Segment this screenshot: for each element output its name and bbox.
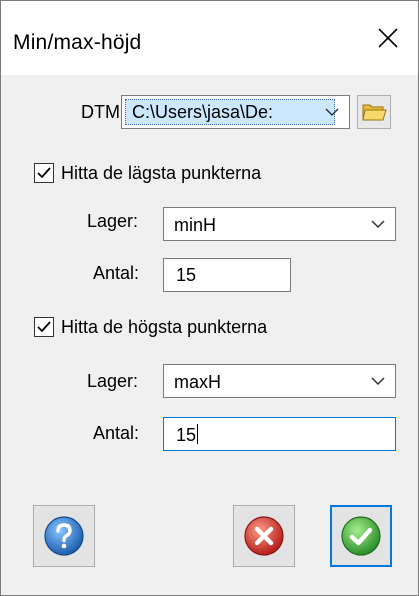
- highest-count-input[interactable]: 15: [163, 417, 396, 451]
- dialog-window: Min/max-höjd DTM: C:\Users\jasa\De: Hitt…: [0, 0, 419, 596]
- title-bar: Min/max-höjd: [1, 1, 418, 75]
- ok-button[interactable]: [330, 505, 392, 567]
- close-button[interactable]: [358, 13, 418, 63]
- lowest-count-input[interactable]: 15: [163, 258, 291, 292]
- cancel-icon: [244, 516, 284, 556]
- dtm-select-value: C:\Users\jasa\De:: [125, 99, 335, 125]
- highest-layer-select[interactable]: maxH: [163, 364, 396, 398]
- cancel-button[interactable]: [233, 505, 295, 567]
- lowest-count-value: 15: [176, 265, 197, 285]
- dtm-label: DTM:: [81, 102, 125, 122]
- chevron-down-icon: [371, 377, 385, 386]
- window-title: Min/max-höjd: [13, 31, 142, 54]
- highest-layer-label: Lager:: [87, 371, 139, 391]
- close-icon: [378, 28, 398, 48]
- help-icon: [44, 516, 84, 556]
- chevron-down-icon: [371, 220, 385, 229]
- text-caret: [197, 424, 199, 444]
- lowest-count-label: Antal:: [93, 263, 140, 283]
- lowest-layer-value: minH: [174, 215, 217, 235]
- lowest-points-label[interactable]: Hitta de lägsta punkterna: [61, 163, 261, 184]
- dtm-select[interactable]: C:\Users\jasa\De:: [121, 95, 350, 129]
- chevron-down-icon: [325, 108, 339, 117]
- ok-icon: [341, 516, 381, 556]
- lowest-points-checkbox[interactable]: [34, 163, 54, 183]
- highest-count-value: 15: [176, 425, 197, 445]
- checkmark-icon: [37, 321, 51, 333]
- browse-dtm-button[interactable]: [357, 95, 391, 129]
- highest-points-checkbox[interactable]: [34, 317, 54, 337]
- checkmark-icon: [37, 167, 51, 179]
- help-button[interactable]: [33, 505, 95, 567]
- highest-points-label[interactable]: Hitta de högsta punkterna: [61, 317, 267, 338]
- highest-count-label: Antal:: [93, 423, 140, 443]
- lowest-layer-label: Lager:: [87, 211, 139, 231]
- highest-layer-value: maxH: [174, 372, 222, 392]
- folder-icon: [362, 104, 387, 121]
- lowest-layer-select[interactable]: minH: [163, 207, 396, 241]
